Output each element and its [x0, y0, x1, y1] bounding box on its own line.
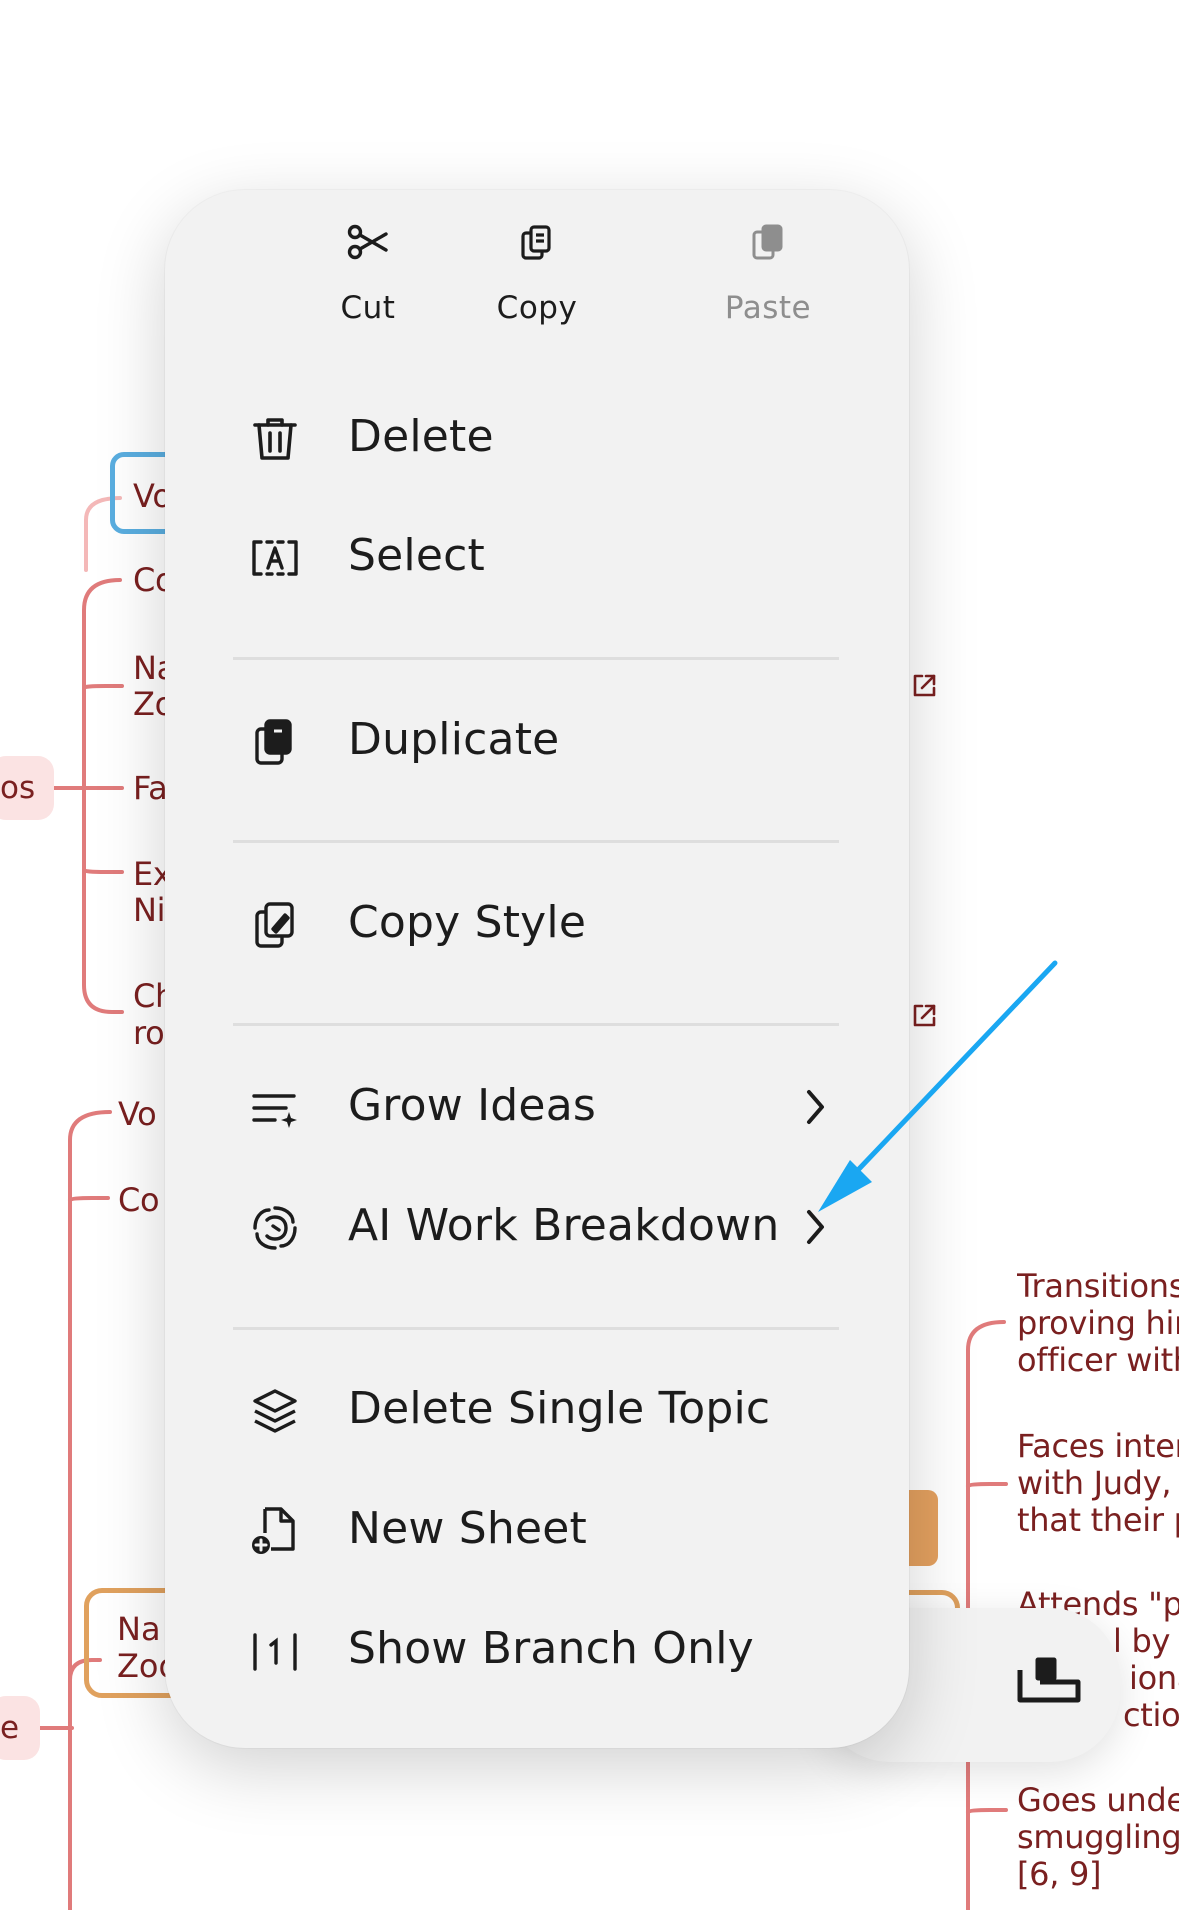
parent-topic-pill[interactable]: os	[0, 756, 54, 820]
subtopic[interactable]: Transitions proving hin officer with	[1017, 1268, 1179, 1379]
menu-item-label: New Sheet	[348, 1503, 587, 1554]
paste-label: Paste	[724, 290, 812, 326]
menu-divider	[233, 1023, 839, 1026]
topic-text: Goes unde	[1017, 1782, 1179, 1819]
chevron-right-icon	[807, 1210, 824, 1244]
menu-item-new-sheet[interactable]: New Sheet	[165, 1475, 909, 1585]
topic-text[interactable]: Ch	[133, 978, 165, 1015]
subtopic[interactable]: Faces inter with Judy, l that their p	[1017, 1428, 1179, 1539]
copy-icon	[521, 225, 551, 260]
topic-text: with Judy, l	[1017, 1465, 1179, 1502]
new-sheet-icon	[252, 1507, 295, 1554]
external-link-icon[interactable]	[910, 1002, 938, 1030]
topic-text: that their p	[1017, 1502, 1179, 1539]
topic-text[interactable]: Ni	[133, 892, 165, 929]
topic-text[interactable]: Ex	[133, 856, 165, 893]
copy-style-icon	[255, 902, 294, 948]
topic-text: Transitions	[1017, 1268, 1179, 1305]
menu-item-grow-ideas[interactable]: Grow Ideas	[165, 1052, 909, 1162]
layers-icon	[253, 1389, 297, 1433]
topic-text[interactable]: Vo	[118, 1096, 165, 1133]
topic-layout-icon[interactable]	[1016, 1656, 1082, 1714]
topic-text[interactable]: ro	[133, 1015, 165, 1052]
topic-text[interactable]: Fa	[133, 770, 165, 807]
topic-text[interactable]: Co	[133, 562, 165, 599]
trash-icon	[253, 418, 297, 460]
menu-item-label: Duplicate	[348, 714, 560, 765]
topic-text[interactable]: Na	[133, 650, 165, 687]
topic-text[interactable]: Zo	[133, 686, 165, 723]
menu-item-label: Delete	[348, 411, 494, 462]
menu-item-label: Copy Style	[348, 897, 587, 948]
menu-item-ai-work-breakdown[interactable]: AI Work Breakdown	[165, 1172, 909, 1282]
menu-divider	[233, 840, 839, 843]
menu-item-label: Delete Single Topic	[348, 1383, 771, 1434]
parent-topic-pill[interactable]: e	[0, 1696, 40, 1760]
scissors-icon	[347, 224, 388, 260]
grow-ideas-icon	[252, 1094, 297, 1128]
menu-item-label: Grow Ideas	[348, 1080, 596, 1131]
topic-text: [6, 9]	[1017, 1856, 1102, 1893]
topic-text[interactable]: Co	[118, 1182, 165, 1219]
menu-divider	[233, 1327, 839, 1330]
external-link-icon[interactable]	[910, 672, 938, 700]
paste-button[interactable]: Paste	[668, 222, 868, 326]
topic-text: officer with	[1017, 1342, 1179, 1379]
menu-item-label: Select	[348, 530, 485, 581]
ai-icon	[253, 1206, 297, 1250]
menu-item-label: AI Work Breakdown	[348, 1200, 780, 1251]
topic-text: proving hin	[1017, 1305, 1179, 1342]
topic-text: smuggling	[1017, 1819, 1179, 1856]
duplicate-icon	[255, 719, 292, 765]
paste-icon	[752, 224, 783, 260]
menu-item-label: Show Branch Only	[348, 1623, 754, 1674]
menu-divider	[233, 657, 839, 660]
chevron-right-icon	[807, 1090, 824, 1124]
copy-label: Copy	[496, 290, 578, 326]
subtopic[interactable]: Goes unde smuggling [6, 9]	[1017, 1782, 1179, 1893]
menu-item-copy-style[interactable]: Copy Style	[165, 869, 909, 979]
text-select-icon	[252, 540, 298, 576]
branch-only-icon	[253, 1633, 297, 1671]
topic-text: Faces inter	[1017, 1428, 1179, 1465]
menu-item-select[interactable]: Select	[165, 502, 909, 612]
menu-item-delete-single-topic[interactable]: Delete Single Topic	[165, 1355, 909, 1465]
menu-item-show-branch-only[interactable]: Show Branch Only	[165, 1595, 909, 1705]
copy-button[interactable]: Copy	[437, 222, 637, 326]
context-menu: Cut Copy Paste Delete Select Duplicate C…	[165, 190, 909, 1748]
menu-item-delete[interactable]: Delete	[165, 383, 909, 493]
menu-item-duplicate[interactable]: Duplicate	[165, 686, 909, 796]
